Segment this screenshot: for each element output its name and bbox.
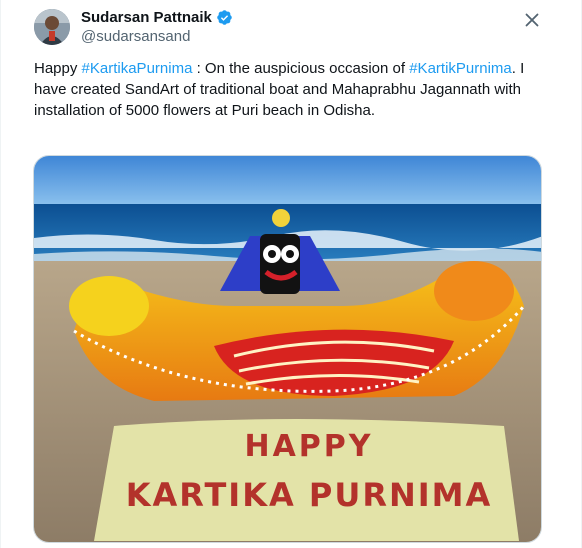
hashtag-link[interactable]: #KartikaPurnima [82, 60, 193, 77]
tweet-text: Happy #KartikaPurnima : On the auspiciou… [34, 58, 544, 121]
banner-text-line2: KARTIKA PURNIMA [126, 476, 493, 514]
close-button[interactable] [521, 9, 543, 31]
user-avatar-photo-icon [34, 9, 70, 45]
avatar[interactable] [34, 9, 70, 45]
sand-art-photo: HAPPY KARTIKA PURNIMA [34, 156, 541, 542]
tweet-text-segment: : On the auspicious occasion of [192, 60, 410, 77]
author-display-name[interactable]: Sudarsan Pattnaik [81, 9, 212, 26]
author-handle[interactable]: @sudarsansand [81, 28, 190, 45]
tweet-card: Sudarsan Pattnaik @sudarsansand Happy #K… [0, 0, 582, 548]
author-name-row: Sudarsan Pattnaik [81, 9, 233, 26]
tweet-text-segment: Happy [34, 60, 82, 77]
close-icon [525, 13, 539, 27]
hashtag-link[interactable]: #KartikPurnima [409, 60, 512, 77]
tweet-media-image[interactable]: HAPPY KARTIKA PURNIMA [33, 155, 542, 543]
verified-badge-icon [217, 10, 232, 25]
banner-text-line1: HAPPY [244, 429, 373, 464]
